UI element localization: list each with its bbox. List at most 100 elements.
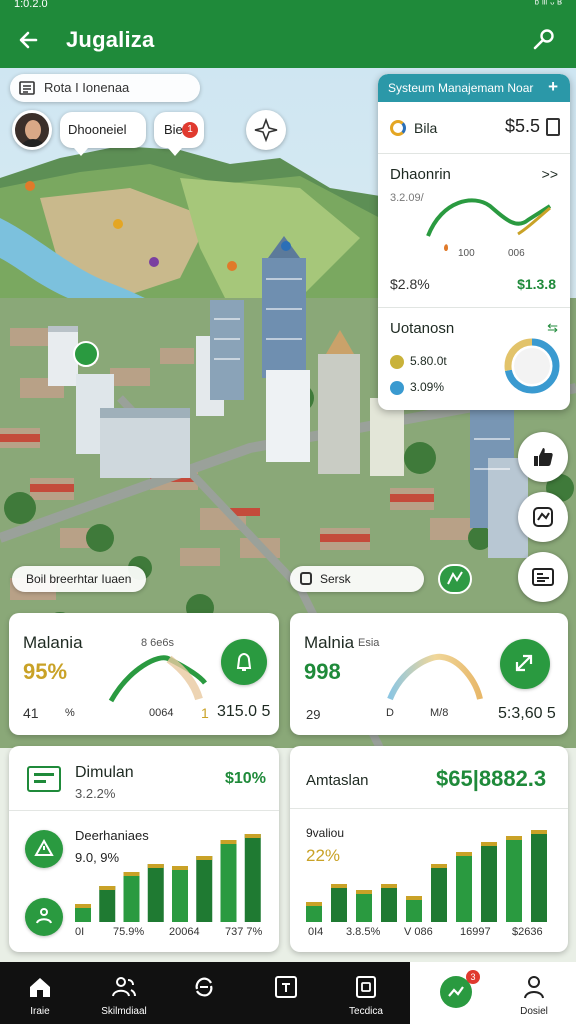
map-search-label: Sersk bbox=[320, 572, 351, 586]
nav-item-account[interactable]: Dosiel bbox=[494, 962, 574, 1024]
x-tick-label: 20064 bbox=[169, 926, 200, 938]
x-tick-label: 0I bbox=[75, 926, 85, 938]
bar-chart-dimulan bbox=[75, 834, 261, 922]
bar-cap bbox=[306, 902, 322, 906]
bar bbox=[331, 884, 347, 922]
thumbs-up-icon bbox=[534, 448, 553, 466]
dashboard-icon bbox=[532, 568, 554, 586]
bell-button[interactable] bbox=[221, 639, 267, 685]
nav-label: Skilmdiaal bbox=[101, 1006, 147, 1017]
map-legend-pill[interactable]: Boil breerhtar Iuaen bbox=[12, 566, 146, 592]
bar-cap bbox=[123, 872, 140, 876]
card-tick-2: % bbox=[65, 707, 75, 719]
card-value: 95% bbox=[23, 659, 68, 684]
device-icon bbox=[356, 976, 376, 998]
map-search-pill[interactable]: Sersk bbox=[290, 566, 424, 592]
recenter-button[interactable] bbox=[246, 110, 286, 150]
bar-cap bbox=[220, 840, 237, 844]
list-icon bbox=[19, 81, 35, 95]
donut-chart bbox=[504, 338, 560, 394]
status-ring-icon bbox=[390, 120, 406, 136]
search-icon[interactable] bbox=[528, 24, 560, 56]
bar bbox=[220, 840, 237, 922]
notification-badge: 3 bbox=[466, 970, 480, 984]
system-row-label: Bila bbox=[414, 120, 438, 136]
system-section-title: Dhaonrin bbox=[390, 166, 451, 183]
map-legend-label: Boil breerhtar Iuaen bbox=[26, 572, 132, 586]
bar-cap bbox=[381, 884, 397, 888]
bar bbox=[456, 852, 472, 922]
chart-card-amtaslan[interactable]: Amtaslan $65|8882.3 9valiou 22% 0I4 3.8.… bbox=[290, 746, 568, 952]
bar-cap bbox=[147, 864, 164, 868]
alert-count-badge: 1 bbox=[182, 122, 198, 138]
x-tick-label: $2636 bbox=[512, 926, 543, 938]
nav-item-tecdica[interactable]: Tecdica bbox=[326, 962, 406, 1024]
bar bbox=[481, 842, 497, 922]
bar-cap bbox=[99, 886, 116, 890]
user-bubble[interactable]: Dhooneiel bbox=[60, 112, 146, 156]
pin-icon bbox=[447, 571, 463, 585]
bar-cap bbox=[456, 852, 472, 856]
bar-cap bbox=[75, 904, 91, 908]
document-icon[interactable] bbox=[546, 118, 560, 136]
x-tick-label: 0I4 bbox=[308, 926, 324, 938]
system-panel-header: Systeum Manajemam Noar + bbox=[378, 74, 570, 102]
donut-hole bbox=[514, 348, 550, 384]
stat-card-malania[interactable]: Malania 95% 8 6e6s 41 % 0064 1 315.0 5 bbox=[9, 613, 279, 735]
people-nav-icon bbox=[112, 977, 136, 997]
card-total: 315.0 5 bbox=[217, 703, 271, 720]
bar-cap bbox=[172, 866, 188, 870]
map-pin-button[interactable] bbox=[438, 564, 472, 594]
bar bbox=[172, 866, 188, 922]
route-label: Rota I Ionenaa bbox=[44, 80, 130, 95]
card-value: 998 bbox=[304, 659, 341, 684]
bar-cap bbox=[331, 884, 347, 888]
nav-label: Iraie bbox=[30, 1006, 50, 1017]
expand-arrows-icon[interactable]: >> bbox=[542, 166, 558, 182]
card-title-secondary: Esia bbox=[358, 637, 380, 649]
system-section-subtitle: 3.2.09/ bbox=[390, 192, 424, 204]
card-sub-label: 8 6e6s bbox=[141, 637, 175, 649]
bar-cap bbox=[356, 890, 372, 894]
alert-bubble[interactable]: Biel 1 bbox=[154, 112, 204, 156]
card-tick-2: D bbox=[386, 707, 394, 719]
bar bbox=[147, 864, 164, 922]
dashboard-button[interactable] bbox=[518, 552, 568, 602]
like-button[interactable] bbox=[518, 432, 568, 482]
status-bar: 1:0.2.0 ᵇ ᶦᶦᶦ ᵕ ᴮ bbox=[0, 0, 576, 12]
back-arrow-icon[interactable] bbox=[14, 24, 46, 56]
system-row-value: $5.5 bbox=[504, 116, 540, 136]
nav-item-people[interactable]: Skilmdiaal bbox=[84, 962, 164, 1024]
avatar[interactable] bbox=[12, 110, 52, 150]
x-tick-label: 3.8.5% bbox=[346, 926, 381, 938]
swap-icon[interactable]: ⇆ bbox=[547, 320, 558, 336]
system-panel: Systeum Manajemam Noar + Bila $5.5 Dhaon… bbox=[378, 74, 570, 410]
bar bbox=[356, 890, 372, 922]
nav-item-home[interactable]: Iraie bbox=[0, 962, 80, 1024]
stat-card-malnia[interactable]: Malnia Esia 998 29 D M/8 5:3,60 5 bbox=[290, 613, 568, 735]
bar-cap bbox=[196, 856, 213, 860]
gauge-tick-2: 006 bbox=[508, 248, 525, 259]
card-tick-1: 29 bbox=[306, 707, 321, 722]
legend-dot-gold bbox=[390, 354, 404, 369]
card-tick-3: 0064 bbox=[149, 707, 174, 719]
nav-label: Tecdica bbox=[349, 1006, 383, 1017]
x-tick-label: V 086 bbox=[404, 926, 433, 938]
bar bbox=[506, 836, 522, 922]
account-icon bbox=[524, 976, 544, 999]
bar bbox=[531, 830, 547, 922]
add-icon[interactable]: + bbox=[548, 77, 558, 97]
card-tick-4: 1 bbox=[201, 705, 209, 721]
layers-button[interactable] bbox=[518, 492, 568, 542]
map-layers-icon bbox=[533, 507, 553, 527]
bar bbox=[99, 886, 116, 922]
nav-item-refresh[interactable] bbox=[164, 962, 244, 1024]
route-selector[interactable]: Rota I Ionenaa bbox=[10, 74, 200, 102]
system-row-bila[interactable]: Bila $5.5 bbox=[378, 102, 570, 154]
system-section-dhaonrin: Dhaonrin >> 3.2.09/ 100 006 $2.8% $1.3.8 bbox=[378, 154, 570, 308]
chart-card-dimulan[interactable]: Dimulan 3.2.2% $10% Deerhaniaes 9.0, 9% … bbox=[9, 746, 279, 952]
transfer-button[interactable] bbox=[500, 639, 550, 689]
nav-item-tasks[interactable] bbox=[246, 962, 326, 1024]
card-tick-3: M/8 bbox=[430, 707, 449, 719]
card-total: 5:3,60 5 bbox=[498, 705, 556, 722]
